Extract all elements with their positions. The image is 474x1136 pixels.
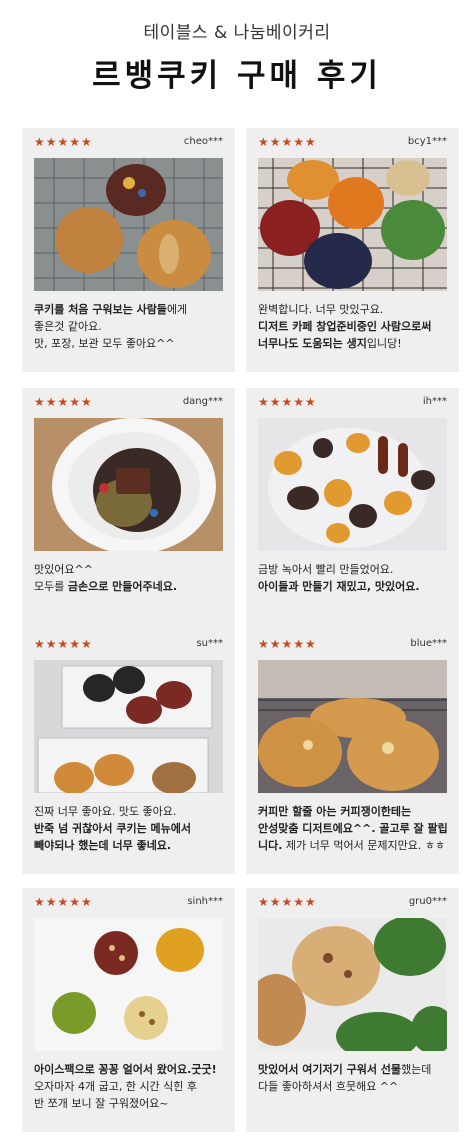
reviewer-name: bcy1*** bbox=[407, 136, 447, 147]
review-text-segment: 에게 bbox=[166, 303, 188, 316]
review-text: 완벽합니다. 너무 맛있구요. 디저트 카페 창업준비중인 사람으로써너무나도 도… bbox=[258, 301, 452, 352]
review-card: ★★★★★ blue*** 커피만 할줄 아는 커피쟁이한테는안성맞춤 디저트에… bbox=[246, 630, 459, 874]
review-card-header: ★★★★★ bcy1*** bbox=[258, 135, 447, 153]
review-text-line: 맛, 포장, 보관 모두 좋아요^^ bbox=[34, 335, 228, 352]
review-text-segment: 입니당! bbox=[366, 337, 402, 350]
review-text-line: 안성맞춤 디저트에요^^. 골고루 잘 팔립 bbox=[258, 820, 452, 837]
review-text-bold: 반죽 넘 귀찮아서 쿠키는 메뉴에서 bbox=[34, 822, 191, 835]
reviewer-name: dang*** bbox=[182, 396, 223, 407]
rating-stars-icon: ★★★★★ bbox=[34, 135, 93, 149]
review-card: ★★★★★ bcy1*** 완벽합니다. 너무 맛있구요. 디저트 카페 창업준비… bbox=[246, 128, 459, 372]
review-text-line: 다들 좋아하셔서 흐뭇해요 ^^ bbox=[258, 1078, 452, 1095]
review-text-line: 맛있어서 여기저기 구워서 선물했는데 bbox=[258, 1061, 452, 1078]
review-text-segment: 했는데 bbox=[401, 1063, 432, 1076]
review-card-header: ★★★★★ su*** bbox=[34, 637, 223, 655]
review-text-bold: 금손으로 만들어주네요. bbox=[67, 580, 178, 593]
review-text-line: 디저트 카페 창업준비중인 사람으로써 bbox=[258, 318, 452, 335]
review-text-bold: 아이들과 만들기 재밌고, 맛있어요. bbox=[258, 580, 420, 593]
review-card-header: ★★★★★ blue*** bbox=[258, 637, 447, 655]
review-text-line: 쿠키를 처음 구워보는 사람들에게 bbox=[34, 301, 228, 318]
review-text-line: 반 쪼개 보니 잘 구워졌어요~ bbox=[34, 1095, 228, 1112]
review-grid: ★★★★★ cheo*** 쿠키를 처음 구워보는 사람들에게좋은것 같아요. 맛… bbox=[0, 0, 474, 1136]
review-text-line: 커피만 할줄 아는 커피쟁이한테는 bbox=[258, 803, 452, 820]
review-text-line: 좋은것 같아요. bbox=[34, 318, 228, 335]
reviewer-name: gru0*** bbox=[408, 896, 447, 907]
review-text-segment: 완벽합니다. 너무 맛있구요. bbox=[258, 303, 384, 316]
review-photo bbox=[258, 918, 447, 1051]
review-text-line: 빼야되나 했는데 너무 좋네요. bbox=[34, 837, 228, 854]
review-text-bold: 쿠키를 처음 구워보는 사람들 bbox=[34, 303, 167, 316]
reviewer-name: ih*** bbox=[422, 396, 447, 407]
review-text-bold: 커피만 할줄 아는 커피쟁이한테는 bbox=[258, 805, 412, 818]
review-text-bold: 니다. bbox=[258, 839, 283, 852]
rating-stars-icon: ★★★★★ bbox=[258, 637, 317, 651]
review-card-header: ★★★★★ ih*** bbox=[258, 395, 447, 413]
review-text: 진짜 너무 좋아요. 맛도 좋아요. 반죽 넘 귀찮아서 쿠키는 메뉴에서빼야되나… bbox=[34, 803, 228, 854]
review-text-line: 반죽 넘 귀찮아서 쿠키는 메뉴에서 bbox=[34, 820, 228, 837]
review-text-line: 니다. 제가 너무 먹어서 문제지만요. ㅎㅎ bbox=[258, 837, 452, 854]
review-text-line: 금방 녹아서 빨리 만들었어요. bbox=[258, 561, 452, 578]
review-text-segment: 다들 좋아하셔서 흐뭇해요 ^^ bbox=[258, 1080, 399, 1093]
review-photo bbox=[34, 418, 223, 551]
review-text-bold: 디저트 카페 창업준비중인 사람으로써 bbox=[258, 320, 432, 333]
review-card-header: ★★★★★ cheo*** bbox=[34, 135, 223, 153]
review-text-line: 너무나도 도움되는 생지입니당! bbox=[258, 335, 452, 352]
review-photo bbox=[34, 158, 223, 291]
review-text-bold: 맛있어서 여기저기 구워서 선물 bbox=[258, 1063, 402, 1076]
review-text: 커피만 할줄 아는 커피쟁이한테는안성맞춤 디저트에요^^. 골고루 잘 팔립니… bbox=[258, 803, 452, 854]
rating-stars-icon: ★★★★★ bbox=[258, 895, 317, 909]
review-text-line: 모두를 금손으로 만들어주네요. bbox=[34, 578, 228, 595]
review-text: 맛있어요^^ 모두를 금손으로 만들어주네요. bbox=[34, 561, 228, 595]
review-photo bbox=[34, 660, 223, 793]
review-text-line: 아이스팩으로 꽁꽁 얼어서 왔어요.굿굿! bbox=[34, 1061, 228, 1078]
review-text: 아이스팩으로 꽁꽁 얼어서 왔어요.굿굿! 오자마자 4개 굽고, 한 시간 식힌… bbox=[34, 1061, 228, 1112]
review-card-header: ★★★★★ gru0*** bbox=[258, 895, 447, 913]
review-text-bold: 아이스팩으로 꽁꽁 얼어서 왔어요.굿굿! bbox=[34, 1063, 217, 1076]
review-text-line: 아이들과 만들기 재밌고, 맛있어요. bbox=[258, 578, 452, 595]
rating-stars-icon: ★★★★★ bbox=[258, 395, 317, 409]
review-photo bbox=[34, 918, 223, 1051]
review-text-segment: 맛, 포장, 보관 모두 좋아요^^ bbox=[34, 337, 175, 350]
review-text: 맛있어서 여기저기 구워서 선물했는데 다들 좋아하셔서 흐뭇해요 ^^ bbox=[258, 1061, 452, 1095]
review-card: ★★★★★ dang*** 맛있어요^^ 모두를 금손으로 만들어주네요. bbox=[22, 388, 235, 632]
review-text-segment: 반 쪼개 보니 잘 구워졌어요~ bbox=[34, 1097, 169, 1110]
review-card-header: ★★★★★ sinh*** bbox=[34, 895, 223, 913]
review-card: ★★★★★ su*** 진짜 너무 좋아요. 맛도 좋아요. 반죽 넘 귀찮아서 … bbox=[22, 630, 235, 874]
rating-stars-icon: ★★★★★ bbox=[34, 395, 93, 409]
review-text-segment: 모두를 bbox=[34, 580, 68, 593]
review-photo bbox=[258, 418, 447, 551]
rating-stars-icon: ★★★★★ bbox=[34, 637, 93, 651]
review-text-segment: 맛있어요^^ bbox=[34, 563, 93, 576]
review-text-line: 오자마자 4개 굽고, 한 시간 식힌 후 bbox=[34, 1078, 228, 1095]
review-text-line: 완벽합니다. 너무 맛있구요. bbox=[258, 301, 452, 318]
review-text-segment: 진짜 너무 좋아요. 맛도 좋아요. bbox=[34, 805, 177, 818]
review-text-segment: 오자마자 4개 굽고, 한 시간 식힌 후 bbox=[34, 1080, 198, 1093]
review-text-bold: 빼야되나 했는데 너무 좋네요. bbox=[34, 839, 172, 852]
review-photo bbox=[258, 158, 447, 291]
review-text-segment: 좋은것 같아요. bbox=[34, 320, 102, 333]
review-photo bbox=[258, 660, 447, 793]
rating-stars-icon: ★★★★★ bbox=[258, 135, 317, 149]
review-text-line: 맛있어요^^ bbox=[34, 561, 228, 578]
reviewer-name: sinh*** bbox=[187, 896, 223, 907]
reviewer-name: blue*** bbox=[410, 638, 447, 649]
review-card: ★★★★★ cheo*** 쿠키를 처음 구워보는 사람들에게좋은것 같아요. 맛… bbox=[22, 128, 235, 372]
review-text-bold: 너무나도 도움되는 생지 bbox=[258, 337, 367, 350]
review-text-segment: 제가 너무 먹어서 문제지만요. ㅎㅎ bbox=[282, 839, 446, 852]
review-card: ★★★★★ sinh*** 아이스팩으로 꽁꽁 얼어서 왔어요.굿굿! 오자마자 … bbox=[22, 888, 235, 1132]
review-text: 금방 녹아서 빨리 만들었어요. 아이들과 만들기 재밌고, 맛있어요. bbox=[258, 561, 452, 595]
review-text-line: 진짜 너무 좋아요. 맛도 좋아요. bbox=[34, 803, 228, 820]
review-card: ★★★★★ gru0*** 맛있어서 여기저기 구워서 선물했는데 다들 좋아하셔… bbox=[246, 888, 459, 1132]
review-card-header: ★★★★★ dang*** bbox=[34, 395, 223, 413]
review-text-bold: 안성맞춤 디저트에요^^. 골고루 잘 팔립 bbox=[258, 822, 448, 835]
reviewer-name: su*** bbox=[196, 638, 223, 649]
reviewer-name: cheo*** bbox=[183, 136, 223, 147]
review-card: ★★★★★ ih*** 금방 녹아서 빨리 만들었어요. 아이들과 만들기 재밌고… bbox=[246, 388, 459, 632]
review-text: 쿠키를 처음 구워보는 사람들에게좋은것 같아요. 맛, 포장, 보관 모두 좋아… bbox=[34, 301, 228, 352]
rating-stars-icon: ★★★★★ bbox=[34, 895, 93, 909]
review-text-segment: 금방 녹아서 빨리 만들었어요. bbox=[258, 563, 394, 576]
